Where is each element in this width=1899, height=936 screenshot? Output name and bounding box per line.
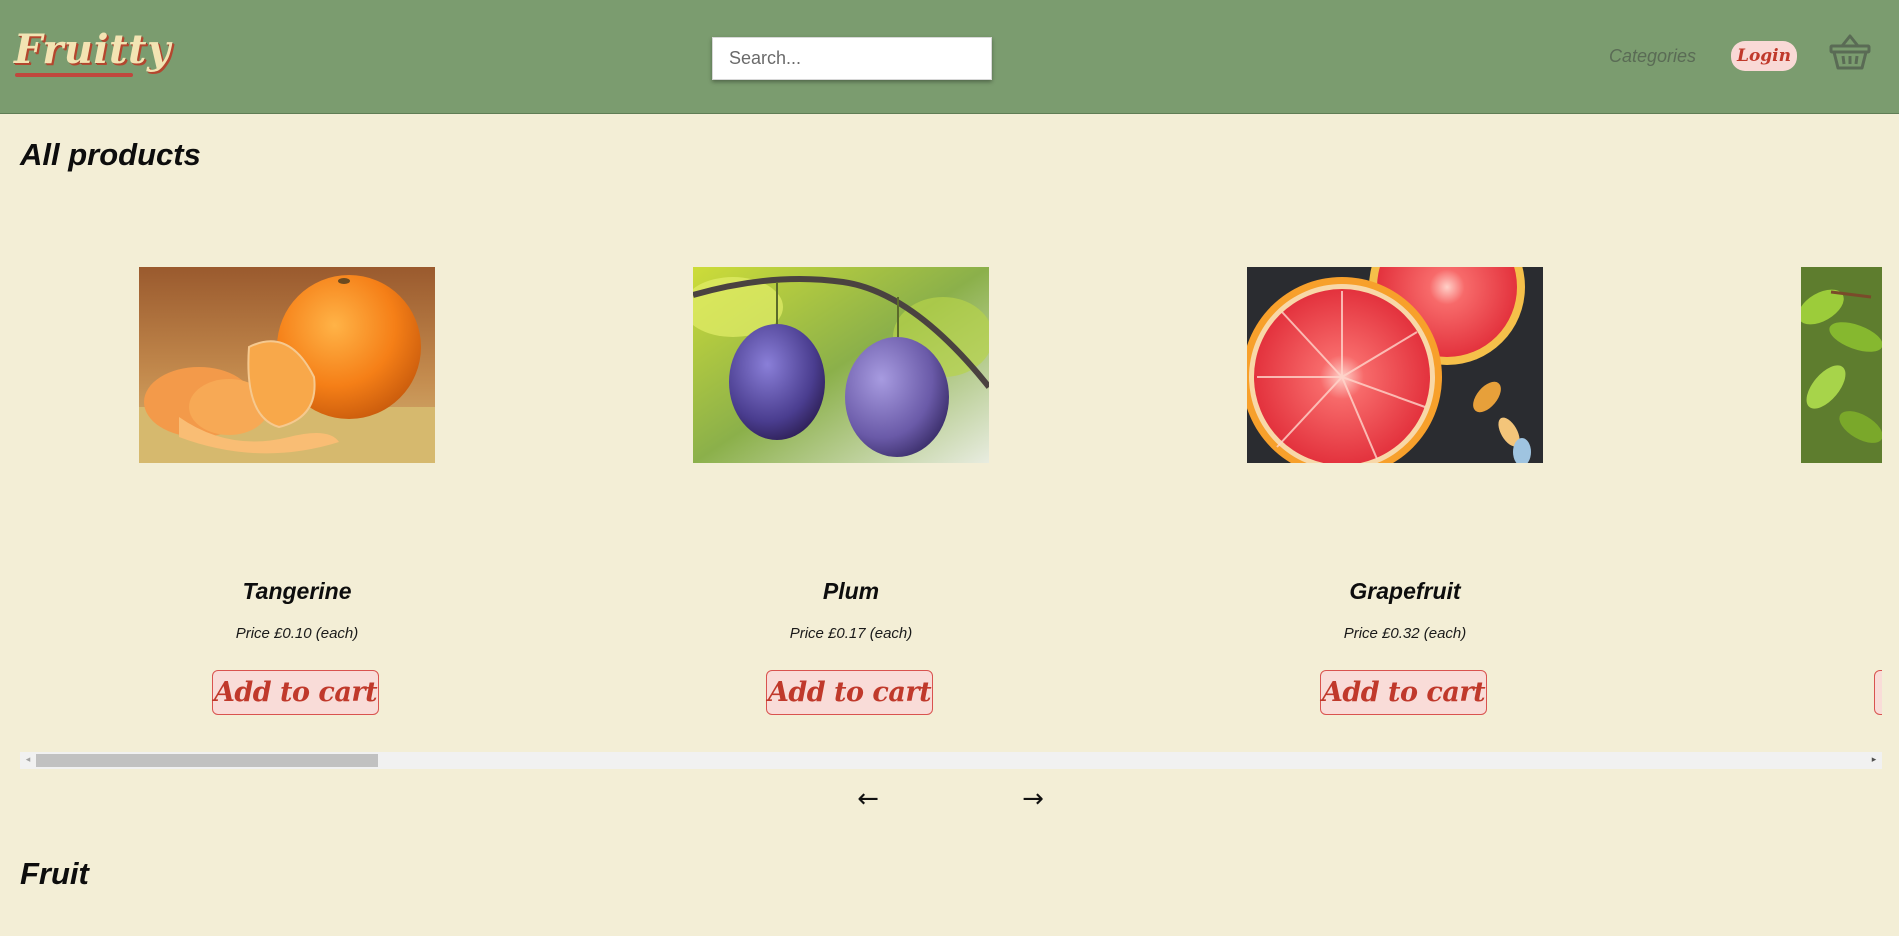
- add-to-cart-button[interactable]: [1874, 670, 1882, 715]
- carousel-prev-button[interactable]: ←: [851, 782, 885, 816]
- section-title-fruit: Fruit: [20, 856, 89, 891]
- fruitty-logo[interactable]: Fruitty: [14, 30, 171, 70]
- site-header: Fruitty Categories Login: [0, 0, 1899, 114]
- section-title-all-products: All products: [20, 137, 201, 172]
- search-input[interactable]: [712, 37, 992, 80]
- product-price: Price £0.10 (each): [235, 625, 359, 642]
- categories-link[interactable]: Categories: [1609, 46, 1696, 66]
- add-to-cart-button[interactable]: Add to cart: [212, 670, 379, 715]
- add-to-cart-button[interactable]: Add to cart: [1320, 670, 1487, 715]
- product-card: [1682, 170, 1882, 730]
- product-image-grapefruit: [1247, 267, 1543, 463]
- product-price: Price £0.32 (each): [1343, 625, 1467, 642]
- product-price: Price £0.17 (each): [789, 625, 913, 642]
- login-button[interactable]: Login: [1731, 41, 1797, 71]
- product-card: Plum Price £0.17 (each) Add to cart: [574, 170, 1128, 730]
- scrollbar-thumb[interactable]: [36, 754, 378, 767]
- product-name: Tangerine: [242, 578, 352, 604]
- scroll-right-icon[interactable]: ▸: [1866, 752, 1882, 769]
- carousel-scrollbar[interactable]: ◂ ▸: [20, 752, 1882, 769]
- logo-underline: [15, 73, 133, 77]
- product-image-plum: [693, 267, 989, 463]
- scroll-left-icon[interactable]: ◂: [20, 752, 36, 769]
- product-image-tangerine: [139, 267, 435, 463]
- basket-icon[interactable]: [1829, 32, 1871, 72]
- product-name: Grapefruit: [1349, 578, 1461, 604]
- carousel-next-button[interactable]: →: [1016, 782, 1050, 816]
- add-to-cart-button[interactable]: Add to cart: [766, 670, 933, 715]
- product-image-partial: [1801, 267, 1882, 463]
- product-carousel[interactable]: Tangerine Price £0.10 (each) Add to cart: [20, 170, 1882, 750]
- product-card: Tangerine Price £0.10 (each) Add to cart: [20, 170, 574, 730]
- product-card: Grapefruit Price £0.32 (each) Add to car…: [1128, 170, 1682, 730]
- product-name: Plum: [822, 578, 880, 604]
